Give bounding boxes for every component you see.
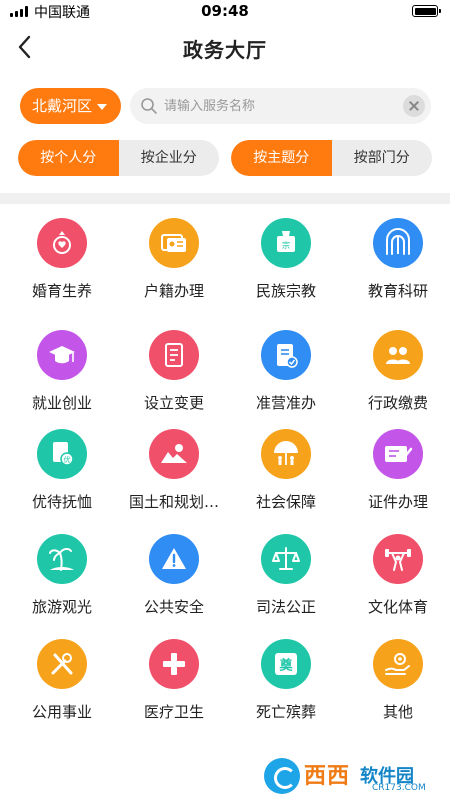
- warning-icon: [149, 534, 199, 584]
- watermark-url: CR173.COM: [372, 783, 426, 793]
- service-label: 就业创业: [31, 394, 92, 412]
- service-item[interactable]: 教育科研: [342, 218, 450, 301]
- service-label: 教育科研: [367, 282, 428, 300]
- service-item[interactable]: 公用事业: [6, 639, 118, 722]
- weightlifting-icon: [373, 534, 423, 584]
- district-selector[interactable]: 北戴河区: [20, 88, 121, 124]
- search-icon: [141, 98, 157, 114]
- service-item[interactable]: 户籍办理: [118, 218, 230, 301]
- caret-down-icon: [97, 104, 107, 110]
- service-item[interactable]: 准营准办: [230, 330, 342, 413]
- svg-text:奠: 奠: [278, 658, 293, 674]
- service-item[interactable]: 证件办理: [342, 429, 450, 512]
- service-item[interactable]: 社会保障: [230, 429, 342, 512]
- tools-icon: [37, 639, 87, 689]
- scales-icon: [261, 534, 311, 584]
- service-label: 公共安全: [143, 598, 204, 616]
- search-row: 北戴河区: [0, 88, 450, 124]
- tab-by-enterprise[interactable]: 按企业分: [119, 140, 220, 176]
- service-item[interactable]: 婚育生养: [6, 218, 118, 301]
- service-label: 优待抚恤: [31, 493, 92, 511]
- watermark-disc-icon: [264, 758, 300, 794]
- section-divider: [0, 193, 450, 204]
- service-item[interactable]: 国土和规划…: [118, 429, 230, 512]
- service-label: 司法公正: [255, 598, 316, 616]
- service-item[interactable]: 优优待抚恤: [6, 429, 118, 512]
- nav-bar: 政务大厅: [0, 22, 450, 74]
- svg-text:优: 优: [64, 455, 71, 464]
- service-label: 死亡殡葬: [255, 703, 316, 721]
- document-icon: [149, 330, 199, 380]
- land-icon: [149, 429, 199, 479]
- tab-by-department[interactable]: 按部门分: [332, 140, 433, 176]
- religion-icon: 宗: [261, 218, 311, 268]
- document-check-icon: [261, 330, 311, 380]
- service-label: 行政缴费: [367, 394, 428, 412]
- id-card-icon: [149, 218, 199, 268]
- service-item[interactable]: 其他: [342, 639, 450, 722]
- service-label: 民族宗教: [255, 282, 316, 300]
- watermark-brand: 西西: [304, 764, 351, 789]
- battery-icon: [412, 5, 441, 17]
- service-label: 文化体育: [367, 598, 428, 616]
- education-icon: [373, 218, 423, 268]
- medical-cross-icon: [149, 639, 199, 689]
- service-item[interactable]: 奠死亡殡葬: [230, 639, 342, 722]
- card-pen-icon: [373, 429, 423, 479]
- category-toggle-individual-enterprise: 按个人分 按企业分: [18, 140, 219, 176]
- umbrella-family-icon: [261, 429, 311, 479]
- service-item[interactable]: 司法公正: [230, 534, 342, 617]
- service-item[interactable]: 医疗卫生: [118, 639, 230, 722]
- funeral-icon: 奠: [261, 639, 311, 689]
- people-icon: [373, 330, 423, 380]
- marriage-icon: [37, 218, 87, 268]
- search-input[interactable]: [164, 88, 394, 124]
- status-time: 09:48: [201, 2, 249, 20]
- service-item[interactable]: 设立变更: [118, 330, 230, 413]
- svg-text:宗: 宗: [282, 240, 290, 250]
- service-item[interactable]: 宗民族宗教: [230, 218, 342, 301]
- tab-by-individual[interactable]: 按个人分: [18, 140, 119, 176]
- page-title: 政务大厅: [183, 38, 267, 62]
- service-label: 证件办理: [367, 493, 428, 511]
- graduation-cap-icon: [37, 330, 87, 380]
- hand-gear-icon: [373, 639, 423, 689]
- service-item[interactable]: 文化体育: [342, 534, 450, 617]
- watermark-logo: 西西 软件园 CR173.COM: [264, 756, 444, 796]
- service-label: 旅游观光: [31, 598, 92, 616]
- service-label: 其他: [382, 703, 413, 721]
- status-bar: 中国联通 09:48: [0, 0, 450, 22]
- district-label: 北戴河区: [32, 97, 93, 115]
- service-label: 婚育生养: [31, 282, 92, 300]
- service-item[interactable]: 旅游观光: [6, 534, 118, 617]
- service-label: 准营准办: [255, 394, 316, 412]
- service-item[interactable]: 行政缴费: [342, 330, 450, 413]
- service-label: 公用事业: [31, 703, 92, 721]
- tab-by-theme[interactable]: 按主题分: [231, 140, 332, 176]
- palm-island-icon: [37, 534, 87, 584]
- search-box: [130, 88, 431, 124]
- service-label: 社会保障: [255, 493, 316, 511]
- service-item[interactable]: 公共安全: [118, 534, 230, 617]
- service-label: 国土和规划…: [128, 493, 219, 511]
- certificate-icon: 优: [37, 429, 87, 479]
- service-label: 设立变更: [143, 394, 204, 412]
- service-label: 医疗卫生: [143, 703, 204, 721]
- service-label: 户籍办理: [143, 282, 204, 300]
- service-item[interactable]: 就业创业: [6, 330, 118, 413]
- clear-icon[interactable]: [403, 95, 425, 117]
- category-toggle-theme-department: 按主题分 按部门分: [231, 140, 432, 176]
